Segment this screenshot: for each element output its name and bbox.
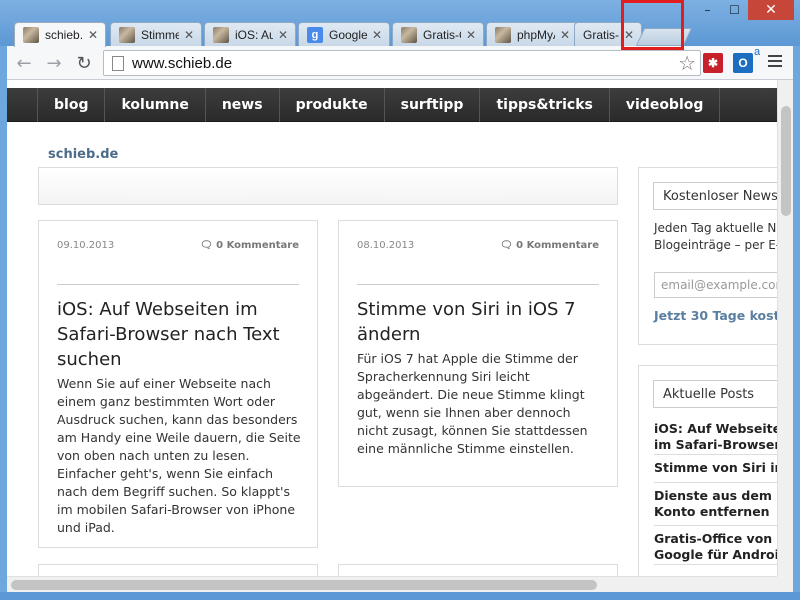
window-frame-bottom xyxy=(0,592,800,600)
highlight-annotation xyxy=(621,0,684,50)
post-card-stub xyxy=(338,564,618,576)
newsletter-widget: Kostenloser Newsletter Jeden Tag aktuell… xyxy=(638,167,777,345)
tab-title: Gratis-Office xyxy=(423,27,461,42)
post-meta: 09.10.2013 🗨 0 Kommentare xyxy=(57,240,299,251)
post-title[interactable]: iOS: Auf Webseiten im Safari-Browser nac… xyxy=(57,297,305,372)
horizontal-scrollbar[interactable] xyxy=(7,576,777,592)
site-favicon-icon xyxy=(401,26,417,43)
recent-post-link[interactable]: iOS: Auf Webseiten im Safari-Browser nac… xyxy=(654,416,777,455)
scrollbar-corner xyxy=(777,576,793,592)
url-text[interactable]: www.schieb.de xyxy=(132,55,232,72)
widget-title: Kostenloser Newsletter xyxy=(653,182,777,210)
close-tab-icon[interactable]: ✕ xyxy=(465,28,477,42)
tab-title: Gratis-Office xyxy=(583,27,619,42)
tab-ios[interactable]: iOS: Auf Webseiten ✕ xyxy=(204,22,296,46)
close-tab-icon[interactable]: ✕ xyxy=(87,28,99,42)
tab-schieb[interactable]: schieb.de ✕ xyxy=(14,22,106,47)
divider xyxy=(357,284,599,285)
recent-post-link[interactable]: Gratis-Office von Google für Android xyxy=(654,526,777,565)
tab-stimme[interactable]: Stimme von Siri ✕ xyxy=(110,22,202,46)
browser-window: – ☐ ✕ schieb.de ✕ Stimme von Siri ✕ iOS:… xyxy=(0,0,800,600)
tab-title: phpMyAdmin xyxy=(517,27,555,42)
scrollbar-thumb[interactable] xyxy=(781,106,791,216)
comments-count: 0 Kommentare xyxy=(516,240,599,251)
forward-arrow-icon[interactable]: → xyxy=(43,52,65,74)
scrollbar-thumb[interactable] xyxy=(11,580,597,590)
tab-title: Stimme von Siri xyxy=(141,27,179,42)
comments-link[interactable]: 🗨 0 Kommentare xyxy=(200,240,299,251)
minimize-button[interactable]: – xyxy=(694,0,721,20)
close-tab-icon[interactable]: ✕ xyxy=(277,28,289,42)
site-favicon-icon xyxy=(23,27,39,43)
reload-icon[interactable]: ↻ xyxy=(73,52,95,74)
post-date: 08.10.2013 xyxy=(357,240,415,251)
nav-surftipp[interactable]: surftipp xyxy=(383,88,480,122)
tab-title: schieb.de xyxy=(45,28,83,42)
outlook-extension-icon[interactable]: O xyxy=(733,53,753,73)
bookmark-star-icon[interactable]: ☆ xyxy=(678,51,696,75)
recent-post-link[interactable]: Dienste aus dem Konto entfernen xyxy=(654,483,777,526)
site-brand[interactable]: schieb.de xyxy=(48,147,118,162)
extension-badge: a xyxy=(754,46,761,58)
close-tab-icon[interactable]: ✕ xyxy=(183,28,195,42)
post-excerpt: Für iOS 7 hat Apple die Stimme der Sprac… xyxy=(357,351,588,456)
address-bar[interactable]: www.schieb.de ☆ xyxy=(103,50,701,76)
post-date: 09.10.2013 xyxy=(57,240,115,251)
menu-icon[interactable] xyxy=(768,55,782,71)
extension-red-icon[interactable]: ✱ xyxy=(703,53,723,73)
site-favicon-icon xyxy=(495,26,511,43)
back-arrow-icon[interactable]: ← xyxy=(13,52,35,74)
tab-google[interactable]: g Google ✕ xyxy=(298,22,390,46)
tab-title: iOS: Auf Webseiten xyxy=(235,27,273,42)
subscribe-link[interactable]: Jetzt 30 Tage kostenlos xyxy=(654,308,777,323)
divider xyxy=(57,284,299,285)
site-favicon-icon xyxy=(119,26,135,43)
close-window-button[interactable]: ✕ xyxy=(748,0,794,20)
tab-title: Google xyxy=(329,27,367,42)
close-tab-icon[interactable]: ✕ xyxy=(371,28,383,42)
post-title[interactable]: Stimme von Siri in iOS 7 ändern xyxy=(357,297,605,347)
site-navigation: blog kolumne news produkte surftipp tipp… xyxy=(7,88,777,122)
post-card-stub xyxy=(38,564,318,576)
email-field[interactable]: email@example.com xyxy=(654,272,777,298)
vertical-scrollbar[interactable] xyxy=(777,80,793,576)
newsletter-text-line: Jeden Tag aktuelle News xyxy=(654,221,777,235)
google-icon: g xyxy=(307,26,323,43)
banner-box xyxy=(38,167,618,205)
tab-gratis-office[interactable]: Gratis-Office ✕ xyxy=(392,22,484,46)
widget-title: Aktuelle Posts xyxy=(653,380,777,408)
tab-phpmyadmin[interactable]: phpMyAdmin ✕ xyxy=(486,22,578,46)
nav-blog[interactable]: blog xyxy=(37,88,104,122)
recent-posts-widget: Aktuelle Posts iOS: Auf Webseiten im Saf… xyxy=(638,365,777,576)
post-card: 08.10.2013 🗨 0 Kommentare Stimme von Sir… xyxy=(338,220,618,487)
page-viewport: blog kolumne news produkte surftipp tipp… xyxy=(7,80,777,576)
post-card: 09.10.2013 🗨 0 Kommentare iOS: Auf Webse… xyxy=(38,220,318,548)
comments-link[interactable]: 🗨 0 Kommentare xyxy=(500,240,599,251)
nav-kolumne[interactable]: kolumne xyxy=(104,88,204,122)
maximize-button[interactable]: ☐ xyxy=(721,0,748,20)
post-meta: 08.10.2013 🗨 0 Kommentare xyxy=(357,240,599,251)
post-excerpt: Wenn Sie auf einer Webseite nach einem g… xyxy=(57,376,301,535)
nav-videoblog[interactable]: videoblog xyxy=(608,88,721,122)
nav-produkte[interactable]: produkte xyxy=(278,88,384,122)
close-tab-icon[interactable]: ✕ xyxy=(559,28,571,42)
comments-count: 0 Kommentare xyxy=(216,240,299,251)
recent-posts-list: iOS: Auf Webseiten im Safari-Browser nac… xyxy=(654,416,777,565)
nav-tipps-tricks[interactable]: tipps&tricks xyxy=(479,88,608,122)
site-favicon-icon xyxy=(213,26,229,43)
newsletter-text-line: Blogeinträge – per E-Mail xyxy=(654,238,777,252)
browser-toolbar: ← → ↻ www.schieb.de ☆ ✱ O a xyxy=(7,46,793,80)
nav-news[interactable]: news xyxy=(204,88,279,122)
page-icon xyxy=(112,55,124,71)
newsletter-text: Jeden Tag aktuelle News Blogeinträge – p… xyxy=(654,220,777,254)
recent-post-link[interactable]: Stimme von Siri in iOS 7 ändern xyxy=(654,455,777,483)
